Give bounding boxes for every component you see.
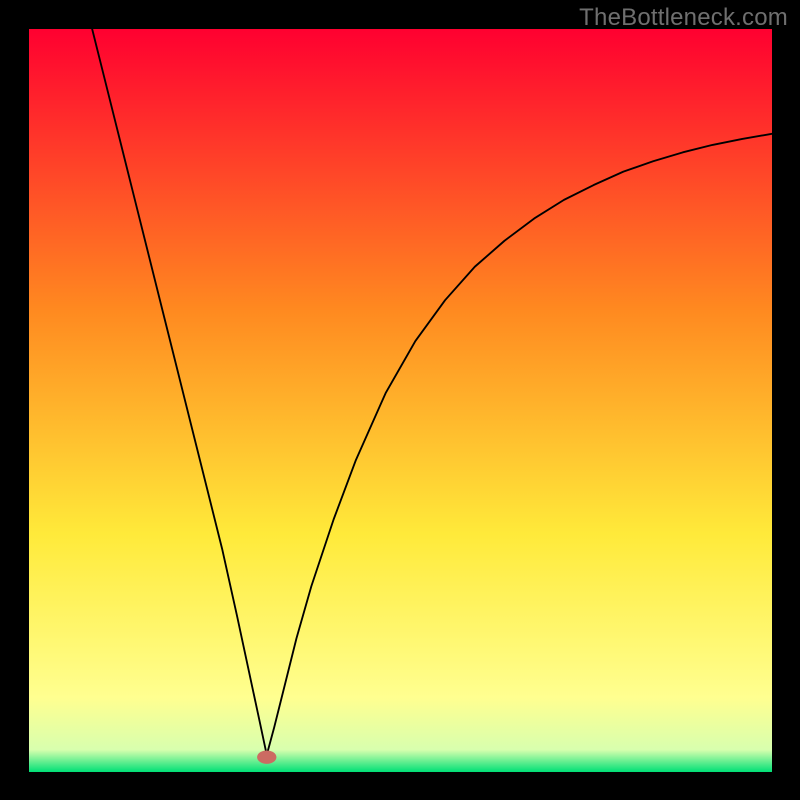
gradient-background [29,29,772,772]
watermark-text: TheBottleneck.com [579,4,788,32]
optimal-point-marker [257,750,276,763]
bottleneck-chart [29,29,772,772]
chart-frame [29,29,772,772]
